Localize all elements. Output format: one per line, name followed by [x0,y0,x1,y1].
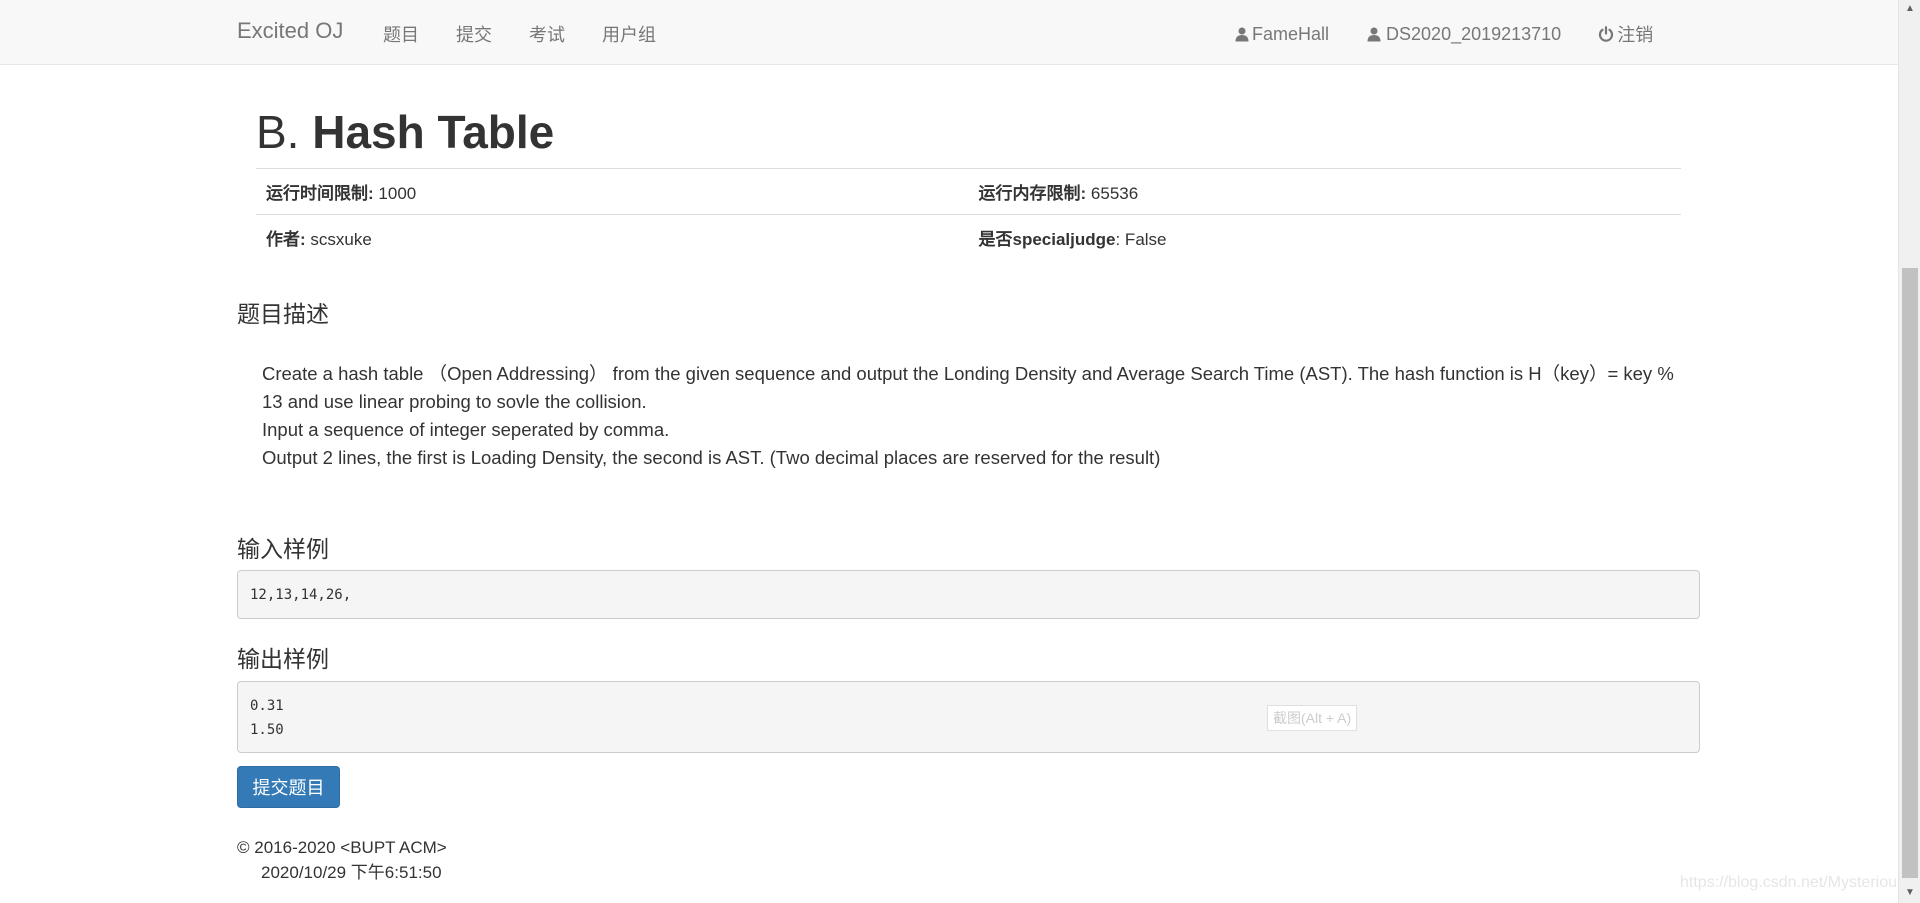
memory-limit-value: 65536 [1090,184,1139,203]
special-judge-value: : False [1115,230,1167,250]
info-row: 作者: scsxuke 是否specialjudge: False [256,214,1681,261]
submit-problem-button[interactable]: 提交题目 [237,766,340,808]
scroll-down-icon[interactable]: ▼ [1904,888,1916,898]
user-icon [1367,27,1381,42]
scrollbar-thumb[interactable] [1902,268,1918,878]
username-label: DS2020_2019213710 [1386,23,1562,44]
input-sample: 12,13,14,26, [237,570,1700,619]
problem-info-table: 运行时间限制: 1000 运行内存限制: 65536 作者: scsxuke 是… [256,168,1681,261]
input-sample-heading: 输入样例 [237,536,329,562]
problem-title: B. Hash Table [256,105,554,159]
author-label: 作者: [266,230,306,250]
scroll-up-icon[interactable]: ▲ [1904,4,1916,14]
description-line: Input a sequence of integer seperated by… [262,419,670,440]
nav-main: 题目 提交 考试 用户组 [383,21,656,47]
description-line: Create a hash table （Open Addressing） fr… [262,363,1674,412]
footer-copyright: © 2016-2020 <BUPT ACM> [237,838,447,857]
logout-label: 注销 [1617,25,1654,45]
memory-limit-cell: 运行内存限制: 65536 [968,168,1681,215]
problem-index: B. [256,106,300,158]
navbar: Excited OJ 题目 提交 考试 用户组 FameHall DS2020_… [0,0,1898,65]
problem-description: Create a hash table （Open Addressing） fr… [262,360,1682,472]
power-icon [1599,26,1614,42]
brand-link[interactable]: Excited OJ [237,18,343,44]
time-limit-label: 运行时间限制: [266,184,374,203]
nav-user-groups[interactable]: 用户组 [602,21,656,47]
footer: © 2016-2020 <BUPT ACM> 2020/10/29 下午6:51… [237,835,447,885]
output-sample: 0.31 1.50 [237,681,1700,753]
nav-account: FameHall DS2020_2019213710 注销 [1234,21,1653,47]
time-limit-cell: 运行时间限制: 1000 [256,168,969,215]
nav-famehall[interactable]: FameHall [1234,21,1329,47]
footer-time: 2020/10/29 下午6:51:50 [261,863,442,882]
author-cell: 作者: scsxuke [256,214,969,261]
memory-limit-label: 运行内存限制: [978,184,1087,203]
nav-user-profile[interactable]: DS2020_2019213710 [1366,21,1561,47]
description-heading: 题目描述 [237,301,329,327]
nav-problems[interactable]: 题目 [383,21,419,47]
problem-name: Hash Table [312,106,555,158]
author-value: scsxuke [310,230,372,250]
nav-submissions[interactable]: 提交 [456,21,492,47]
vertical-scrollbar[interactable]: ▲ ▼ [1898,0,1920,903]
user-icon [1235,27,1249,42]
page: Excited OJ 题目 提交 考试 用户组 FameHall DS2020_… [0,0,1920,903]
watermark: https://blog.csdn.net/Mysterious [1680,874,1905,891]
screenshot-tooltip: 截图(Alt + A) [1267,705,1358,731]
nav-logout[interactable]: 注销 [1598,21,1653,47]
output-sample-heading: 输出样例 [237,646,329,672]
special-judge-cell: 是否specialjudge: False [968,214,1681,261]
nav-exams[interactable]: 考试 [529,21,565,47]
special-judge-label: 是否specialjudge [978,230,1116,250]
description-line: Output 2 lines, the first is Loading Den… [262,447,1161,468]
time-limit-value: 1000 [378,184,417,203]
info-row: 运行时间限制: 1000 运行内存限制: 65536 [256,168,1681,215]
famehall-label: FameHall [1252,23,1330,44]
